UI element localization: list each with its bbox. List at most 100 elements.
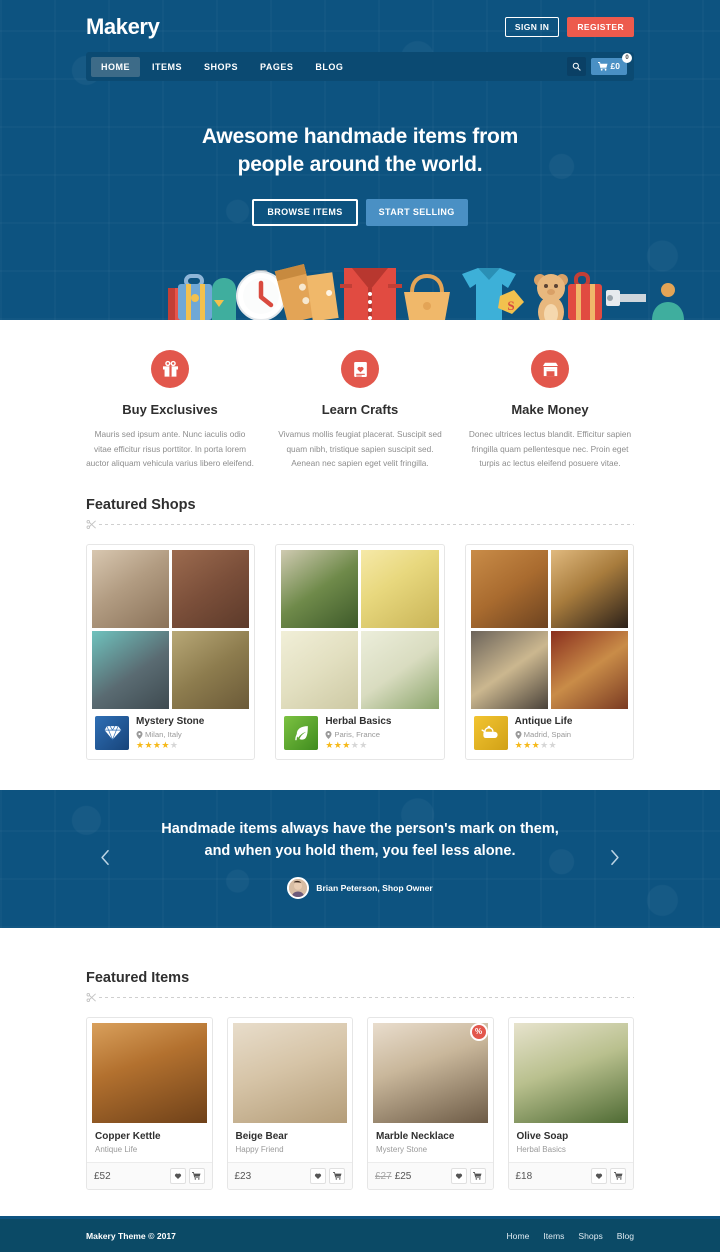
testimonial-prev-button[interactable] xyxy=(100,849,111,869)
shop-name: Antique Life xyxy=(514,715,573,727)
item-grid: Copper Kettle Antique Life £52 Beige Bea… xyxy=(86,1017,634,1191)
feature-title: Make Money xyxy=(511,402,589,417)
wishlist-button[interactable] xyxy=(450,1168,467,1185)
item-price: £52 xyxy=(94,1171,111,1182)
start-selling-button[interactable]: START SELLING xyxy=(365,198,468,226)
shop-thumb xyxy=(550,549,628,628)
footer-link-shops[interactable]: Shops xyxy=(578,1231,602,1241)
item-name: Marble Necklace xyxy=(376,1131,455,1143)
browse-items-button[interactable]: BROWSE ITEMS xyxy=(252,198,358,226)
diamond-icon xyxy=(104,726,121,741)
teapot-icon xyxy=(481,725,498,739)
footer-link-items[interactable]: Items xyxy=(543,1231,564,1241)
shop-thumb xyxy=(281,630,359,709)
shop-rating: ★★★★★ xyxy=(514,740,557,751)
item-card[interactable]: Olive Soap Herbal Basics £18 xyxy=(507,1017,634,1191)
feature-buy-exclusives: Buy Exclusives Mauris sed ipsum ante. Nu… xyxy=(86,350,254,471)
shop-rating: ★★★★★ xyxy=(325,740,368,751)
wishlist-button[interactable] xyxy=(310,1168,326,1185)
shop-thumbnails xyxy=(92,549,250,709)
heart-icon xyxy=(595,1173,603,1180)
item-footer: £52 xyxy=(87,1162,212,1190)
add-to-cart-button[interactable] xyxy=(469,1168,486,1185)
shop-thumb xyxy=(361,630,439,709)
testimonial-quote-line-1: Handmade items always have the person's … xyxy=(161,821,559,838)
topbar: Makery SIGN IN REGISTER xyxy=(86,0,634,44)
item-price-current: £25 xyxy=(394,1170,412,1182)
cart-button[interactable]: £0 0 xyxy=(590,53,632,75)
item-image xyxy=(232,1023,347,1124)
item-price-current: £18 xyxy=(515,1170,533,1182)
sign-in-button[interactable]: SIGN IN xyxy=(504,16,560,38)
item-image xyxy=(373,1023,488,1124)
testimonial-quote-line-2: and when you hold them, you feel less al… xyxy=(204,843,516,860)
section-title: Featured Shops xyxy=(86,496,196,513)
dashed-line xyxy=(99,997,634,999)
item-shop: Mystery Stone xyxy=(376,1145,428,1155)
shop-card[interactable]: Antique Life Madrid, Spain ★★★★★ xyxy=(464,543,634,761)
feature-title: Learn Crafts xyxy=(321,402,399,417)
features-row: Buy Exclusives Mauris sed ipsum ante. Nu… xyxy=(86,320,634,481)
item-body: Beige Bear Happy Friend xyxy=(228,1123,353,1162)
item-card[interactable]: Copper Kettle Antique Life £52 xyxy=(86,1017,213,1191)
nav-item-pages[interactable]: PAGES xyxy=(250,57,303,77)
add-to-cart-button[interactable] xyxy=(610,1168,626,1185)
shop-info: Antique Life Madrid, Spain ★★★★★ xyxy=(515,716,573,751)
item-name: Olive Soap xyxy=(516,1131,569,1143)
item-card[interactable]: % Marble Necklace Mystery Stone £27 £25 xyxy=(367,1017,494,1191)
nav-links: HOME ITEMS SHOPS PAGES BLOG xyxy=(90,52,354,81)
book-heart-icon xyxy=(341,350,379,388)
shop-grid: Mystery Stone Milan, Italy ★★★★★ Herbal … xyxy=(86,543,634,761)
featured-items-heading: Featured Items xyxy=(86,970,634,1003)
dashed-line xyxy=(99,523,634,525)
add-to-cart-button[interactable] xyxy=(188,1168,205,1185)
nav-item-blog[interactable]: BLOG xyxy=(305,57,353,77)
hero-title-line-2: people around the world. xyxy=(237,152,483,176)
leaf-icon xyxy=(295,726,308,741)
nav-right-tools: £0 0 xyxy=(566,53,632,76)
item-shop: Happy Friend xyxy=(235,1145,284,1155)
shop-info: Herbal Basics Paris, France ★★★★★ xyxy=(325,716,391,751)
shop-card[interactable]: Mystery Stone Milan, Italy ★★★★★ xyxy=(86,543,256,761)
hero-copy: Awesome handmade items from people aroun… xyxy=(86,81,634,226)
cart-total: £0 xyxy=(610,61,620,72)
testimonial-inner: Handmade items always have the person's … xyxy=(86,819,634,899)
cart-icon xyxy=(597,62,608,71)
heart-icon xyxy=(455,1173,462,1180)
nav-item-shops[interactable]: SHOPS xyxy=(194,57,248,77)
shop-thumb xyxy=(172,549,250,628)
item-price: £27 £25 xyxy=(375,1171,411,1182)
footer-link-home[interactable]: Home xyxy=(506,1231,529,1241)
shop-location-text: Paris, France xyxy=(334,730,381,740)
item-price-current: £52 xyxy=(94,1170,111,1182)
item-body: Olive Soap Herbal Basics xyxy=(509,1123,634,1162)
testimonial-author-row: Brian Peterson, Shop Owner xyxy=(86,876,634,899)
footer-link-blog[interactable]: Blog xyxy=(617,1231,634,1241)
feature-text: Vivamus mollis feugiat placerat. Suscipi… xyxy=(278,429,442,469)
shop-thumbnails xyxy=(281,549,439,709)
register-button[interactable]: REGISTER xyxy=(567,16,634,38)
item-card[interactable]: Beige Bear Happy Friend £23 xyxy=(226,1017,353,1191)
site-logo[interactable]: Makery xyxy=(86,14,160,40)
nav-item-home[interactable]: HOME xyxy=(91,56,140,77)
section-title: Featured Items xyxy=(86,970,190,987)
shop-name: Mystery Stone xyxy=(136,715,205,727)
footer-links: Home Items Shops Blog xyxy=(506,1231,634,1241)
featured-items-section: Featured Items Copper Kettle Antique Lif… xyxy=(86,928,634,1216)
shop-card[interactable]: Herbal Basics Paris, France ★★★★★ xyxy=(275,543,445,761)
wishlist-button[interactable] xyxy=(169,1168,186,1185)
search-button[interactable] xyxy=(566,57,586,76)
testimonial-next-button[interactable] xyxy=(609,849,620,869)
feature-title: Buy Exclusives xyxy=(122,402,218,417)
shop-name: Herbal Basics xyxy=(325,715,392,727)
add-to-cart-button[interactable] xyxy=(329,1168,345,1185)
handmade-items-illustration: S xyxy=(168,264,684,320)
shop-location: Paris, France xyxy=(325,730,391,739)
nav-item-items[interactable]: ITEMS xyxy=(142,57,192,77)
heart-icon xyxy=(174,1173,181,1180)
wishlist-button[interactable] xyxy=(591,1168,607,1185)
testimonial-quote: Handmade items always have the person's … xyxy=(86,819,634,863)
item-body: Copper Kettle Antique Life xyxy=(87,1123,212,1162)
copyright-text: Makery Theme © 2017 xyxy=(86,1230,176,1241)
item-footer: £23 xyxy=(227,1162,352,1190)
